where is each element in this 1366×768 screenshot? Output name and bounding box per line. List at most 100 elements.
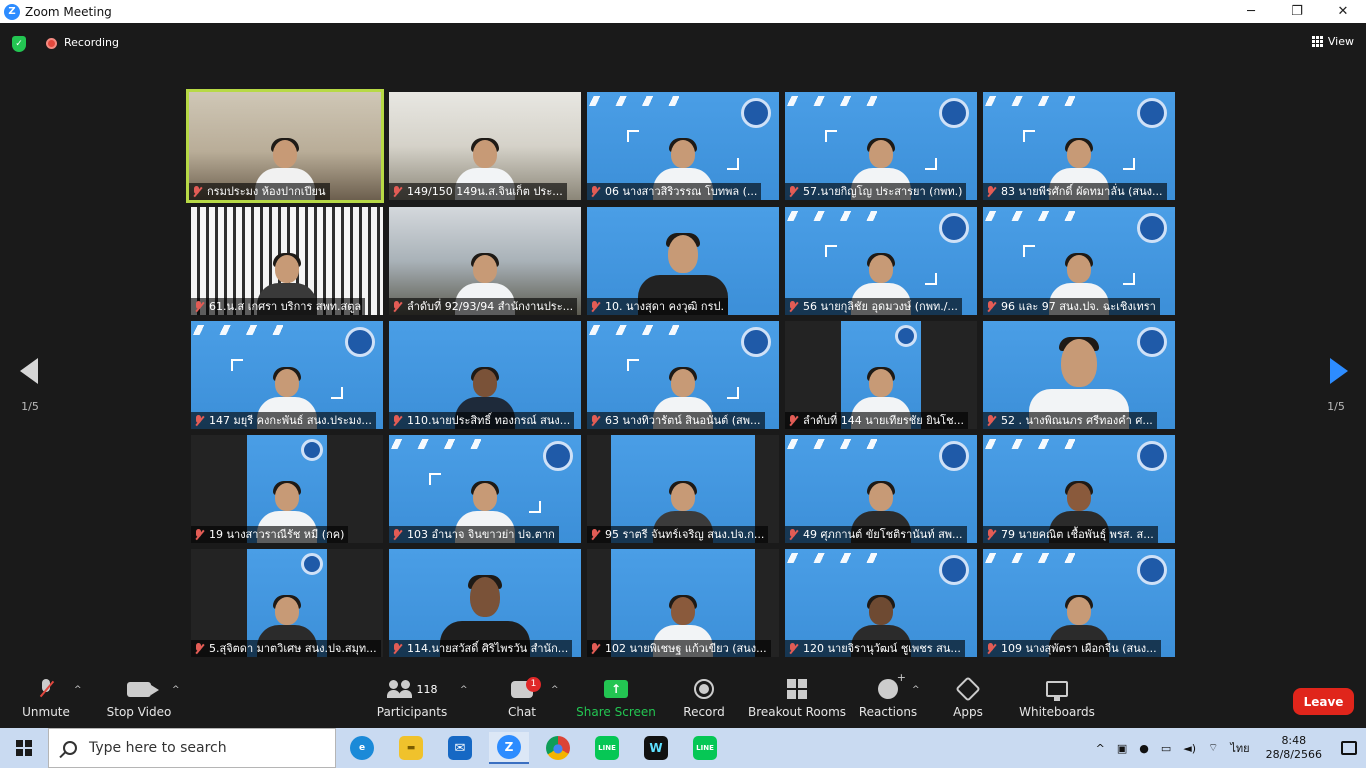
video-tile[interactable]: 95 ราตรี จันทร์เจริญ สนง.ปจ.ก... bbox=[587, 435, 779, 543]
muted-mic-icon bbox=[590, 186, 600, 197]
system-tray: ^ ▣ ● ▭ ◄) ⌔ ไทย 8:48 28/8/2566 bbox=[1090, 728, 1366, 768]
meeting-info-bar: ✓ Recording View bbox=[0, 23, 1366, 63]
video-tile[interactable]: 83 นายพีรศักดิ์ ผัดทมาลั่น (สนง... bbox=[983, 92, 1175, 200]
maximize-button[interactable]: ❐ bbox=[1274, 0, 1320, 23]
participant-name-label: 57.นายกิญโญ ประสารยา (กพท.) bbox=[785, 183, 967, 200]
participant-name-label: 110.นายประสิทธิ์ ทองกรณ์ สนง... bbox=[389, 412, 575, 429]
video-gallery: 1/5 1/5 กรมประมง ห้องปากเปียน 149/150 14… bbox=[0, 63, 1366, 673]
video-tile[interactable]: 56 นายกุลิชัย อุดมวงษ์ (กพท./... bbox=[785, 207, 977, 315]
muted-mic-icon bbox=[986, 186, 996, 197]
mail-icon[interactable]: ✉ bbox=[440, 732, 480, 764]
video-tile[interactable]: 19 นางสาวราณีรัช หมี (กค) bbox=[191, 435, 383, 543]
breakout-rooms-button[interactable]: Breakout Rooms bbox=[748, 673, 846, 728]
muted-mic-icon bbox=[192, 186, 202, 197]
chat-options-caret[interactable]: ^ bbox=[551, 685, 559, 695]
video-tile[interactable]: กรมประมง ห้องปากเปียน bbox=[186, 89, 384, 203]
video-tile[interactable]: 10. นางสุดา คงวุฒิ กรป. bbox=[587, 207, 779, 315]
muted-mic-icon bbox=[392, 301, 402, 312]
close-button[interactable]: ✕ bbox=[1320, 0, 1366, 23]
start-button[interactable] bbox=[0, 728, 48, 768]
file-explorer-icon[interactable]: ▬ bbox=[391, 732, 431, 764]
next-page-arrow-icon[interactable] bbox=[1330, 358, 1348, 384]
audio-options-caret[interactable]: ^ bbox=[74, 685, 82, 695]
participants-button[interactable]: 118 Participants bbox=[377, 673, 447, 728]
participant-name-label: 5.สุจิตดา มาตวิเศษ สนง.ปจ.สมุท... bbox=[191, 640, 381, 657]
clock-date: 28/8/2566 bbox=[1265, 748, 1322, 761]
zoom-icon[interactable]: Z bbox=[489, 732, 529, 764]
previous-page-arrow-icon[interactable] bbox=[20, 358, 38, 384]
participant-name-label: 120 นายจิรานุวัฒน์ ชูเพชร สน... bbox=[785, 640, 965, 657]
stop-video-button[interactable]: Stop Video bbox=[105, 673, 173, 728]
video-tile[interactable]: 61.น.ส เกศรา บริการ สพท.สตูล bbox=[191, 207, 383, 315]
muted-mic-icon bbox=[392, 643, 402, 654]
video-tile[interactable]: ลำดับที่ 92/93/94 สำนักงานประ... bbox=[389, 207, 581, 315]
muted-mic-icon bbox=[788, 529, 798, 540]
video-tile[interactable]: 57.นายกิญโญ ประสารยา (กพท.) bbox=[785, 92, 977, 200]
video-tile[interactable]: 52 . นางพิณนภร ศรีทองคำ ศ... bbox=[983, 321, 1175, 429]
taskbar-search-box[interactable]: Type here to search bbox=[48, 728, 336, 768]
muted-mic-icon bbox=[788, 186, 798, 197]
video-tile[interactable]: 63 นางทิวารัตน์ สินอนันต์ (สพ... bbox=[587, 321, 779, 429]
network-status-icon[interactable]: ▣ bbox=[1111, 742, 1133, 755]
share-screen-button[interactable]: ↑ Share Screen bbox=[576, 673, 656, 728]
chat-unread-badge: 1 bbox=[526, 677, 541, 692]
participant-name-label: 114.นายสวัสดิ์ ศิริไพรวัน สำนัก... bbox=[389, 640, 573, 657]
video-tile[interactable]: 120 นายจิรานุวัฒน์ ชูเพชร สน... bbox=[785, 549, 977, 657]
video-tile[interactable]: 110.นายประสิทธิ์ ทองกรณ์ สนง... bbox=[389, 321, 581, 429]
muted-mic-icon bbox=[788, 301, 798, 312]
minimize-button[interactable]: ─ bbox=[1228, 0, 1274, 23]
reactions-smiley-icon bbox=[878, 671, 906, 699]
muted-mic-icon bbox=[194, 529, 204, 540]
input-language[interactable]: ไทย bbox=[1224, 739, 1255, 757]
line-icon[interactable]: LINE bbox=[587, 732, 627, 764]
record-button[interactable]: Record bbox=[682, 673, 726, 728]
video-tile[interactable]: ลำดับที่ 144 นายเทียรชัย ยินโช... bbox=[785, 321, 977, 429]
microphone-tray-icon[interactable]: ● bbox=[1133, 742, 1155, 755]
participant-name-label: 83 นายพีรศักดิ์ ผัดทมาลั่น (สนง... bbox=[983, 183, 1167, 200]
reactions-options-caret[interactable]: ^ bbox=[912, 685, 920, 695]
participant-name-label: 10. นางสุดา คงวุฒิ กรป. bbox=[587, 298, 728, 315]
video-tile[interactable]: 49 ศุภกานต์ ขัยโชติรานันท์ สพ... bbox=[785, 435, 977, 543]
chat-button[interactable]: 1 Chat bbox=[500, 673, 544, 728]
video-tile[interactable]: 5.สุจิตดา มาตวิเศษ สนง.ปจ.สมุท... bbox=[191, 549, 383, 657]
video-options-caret[interactable]: ^ bbox=[172, 685, 180, 695]
security-shield-icon[interactable]: ✓ bbox=[12, 36, 26, 52]
muted-mic-icon bbox=[590, 529, 600, 540]
webex-icon[interactable]: W bbox=[636, 732, 676, 764]
volume-icon[interactable]: ◄) bbox=[1177, 742, 1202, 755]
video-tile[interactable]: 96 และ 97 สนง.ปจ. ฉะเชิงเทรา bbox=[983, 207, 1175, 315]
video-tile[interactable]: 102 นายพิเชษฐ แก้วเขียว (สนง... bbox=[587, 549, 779, 657]
record-icon bbox=[694, 679, 714, 699]
video-tile[interactable]: 114.นายสวัสดิ์ ศิริไพรวัน สำนัก... bbox=[389, 549, 581, 657]
apps-button[interactable]: Apps bbox=[948, 673, 988, 728]
participants-count: 118 bbox=[416, 682, 438, 696]
reactions-button[interactable]: Reactions bbox=[859, 671, 917, 728]
unmute-button[interactable]: Unmute bbox=[20, 673, 72, 728]
muted-mic-icon bbox=[590, 643, 600, 654]
participant-name-label: ลำดับที่ 92/93/94 สำนักงานประ... bbox=[389, 298, 578, 315]
recording-label[interactable]: Recording bbox=[64, 36, 119, 49]
video-tile[interactable]: 79 นายคณิต เชื้อพันธุ์ พรส. ส... bbox=[983, 435, 1175, 543]
participants-options-caret[interactable]: ^ bbox=[460, 685, 468, 695]
chrome-icon[interactable]: ● bbox=[538, 732, 578, 764]
participant-name-label: 147 มยุรี คงกะพันธ์ สนง.ประมง... bbox=[191, 412, 376, 429]
edge-icon[interactable]: e bbox=[342, 732, 382, 764]
video-tile[interactable]: 109 นางสุพัตรา เผือกจีน (สนง... bbox=[983, 549, 1175, 657]
share-screen-icon: ↑ bbox=[604, 680, 628, 698]
view-label: View bbox=[1327, 35, 1354, 48]
taskbar-clock[interactable]: 8:48 28/8/2566 bbox=[1256, 734, 1332, 762]
tray-overflow-caret[interactable]: ^ bbox=[1090, 742, 1111, 755]
leave-button[interactable]: Leave bbox=[1293, 688, 1354, 715]
battery-icon[interactable]: ▭ bbox=[1155, 742, 1177, 755]
muted-mic-icon bbox=[194, 643, 204, 654]
wifi-icon[interactable]: ⌔ bbox=[1202, 741, 1224, 755]
video-tile[interactable]: 103 อำนาจ จินขาวย่า ปจ.ตาก bbox=[389, 435, 581, 543]
participants-icon bbox=[386, 680, 413, 698]
view-button[interactable]: View bbox=[1311, 35, 1354, 48]
video-tile[interactable]: 147 มยุรี คงกะพันธ์ สนง.ประมง... bbox=[191, 321, 383, 429]
video-tile[interactable]: 149/150 149น.ส.จินเก็ต ประ... bbox=[389, 92, 581, 200]
line-icon[interactable]: LINE bbox=[685, 732, 725, 764]
video-tile[interactable]: 06 นางสาวสิริวรรณ โบทพล (... bbox=[587, 92, 779, 200]
notification-center-icon[interactable] bbox=[1332, 728, 1366, 768]
whiteboards-button[interactable]: Whiteboards bbox=[1019, 673, 1095, 728]
